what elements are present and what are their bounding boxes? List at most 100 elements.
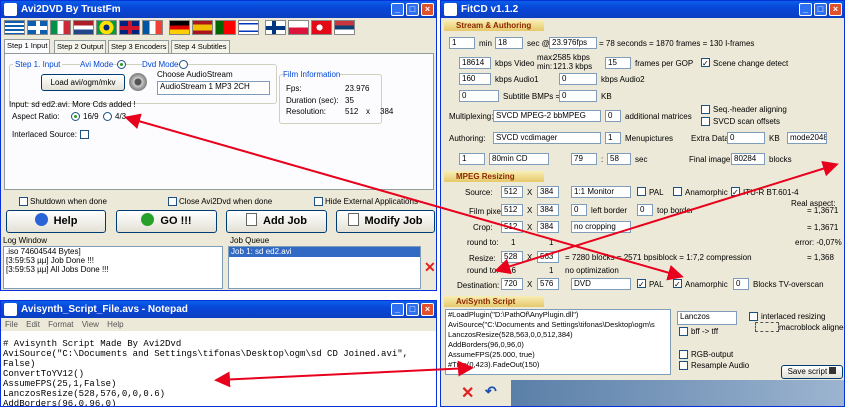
- tab-step2-output[interactable]: Step 2 Output: [54, 40, 107, 53]
- itu-checkbox[interactable]: ✓: [731, 187, 740, 197]
- flag-finland-icon[interactable]: [265, 20, 286, 35]
- round-to-2[interactable]: 1: [549, 238, 553, 247]
- modify-job-button[interactable]: Modify Job: [336, 210, 435, 233]
- flag-italy-icon[interactable]: [50, 20, 71, 35]
- avisynth-script-textarea[interactable]: #LoadPlugin("D:\PathOf\AnyPlugin.dll") A…: [445, 309, 671, 375]
- tab-step4-subtitles[interactable]: Step 4 Subtitles: [171, 40, 230, 53]
- audio2-select[interactable]: 0: [559, 73, 597, 85]
- resize-width-input[interactable]: 528: [501, 251, 523, 263]
- cd-min-input[interactable]: 79: [571, 153, 597, 165]
- tab-step1-input[interactable]: Step 1 Input: [4, 39, 51, 53]
- menu-file[interactable]: File: [5, 320, 18, 329]
- aspect-169-radio[interactable]: [71, 112, 80, 121]
- fitcd-maximize-button[interactable]: □: [814, 3, 827, 16]
- close-when-done-checkbox[interactable]: [168, 197, 177, 206]
- cancel-icon[interactable]: ✕: [461, 383, 474, 403]
- flag-uk-icon[interactable]: [119, 20, 140, 35]
- resize-height-input[interactable]: 563: [537, 251, 559, 263]
- scene-change-checkbox[interactable]: ✓: [701, 58, 710, 68]
- cd-sec-input[interactable]: 58: [607, 153, 631, 165]
- delete-job-icon[interactable]: ✕: [424, 259, 436, 276]
- maximize-button[interactable]: □: [406, 3, 419, 16]
- subtitle-kb-input[interactable]: 0: [559, 90, 597, 102]
- menu-format[interactable]: Format: [48, 320, 73, 329]
- destination-pal-checkbox[interactable]: ✓: [637, 279, 646, 289]
- tab-step3-encoders[interactable]: Step 3 Encoders: [108, 40, 170, 53]
- interlaced-source-checkbox[interactable]: [80, 130, 89, 139]
- notepad-close-button[interactable]: ×: [421, 303, 434, 316]
- svcd-scan-checkbox[interactable]: [701, 117, 710, 126]
- fps-select[interactable]: 23.976fps: [549, 37, 597, 49]
- destination-format-select[interactable]: DVD: [571, 278, 631, 290]
- menu-view[interactable]: View: [82, 320, 99, 329]
- extra-data-input[interactable]: 0: [727, 132, 765, 144]
- round-to-4[interactable]: 1: [549, 266, 553, 275]
- crop-width-input[interactable]: 512: [501, 221, 523, 233]
- flag-serbia-icon[interactable]: [334, 20, 355, 35]
- cropping-select[interactable]: no cropping: [571, 221, 631, 233]
- help-button[interactable]: Help: [6, 210, 106, 233]
- round-to-3[interactable]: 16: [507, 266, 516, 275]
- flag-france-icon[interactable]: [142, 20, 163, 35]
- multiplexing-select[interactable]: SVCD MPEG-2 bbMPEG: [493, 110, 601, 122]
- flag-portugal-icon[interactable]: [215, 20, 236, 35]
- cd-count-input[interactable]: 1: [459, 153, 485, 165]
- monitor-select[interactable]: 1:1 Monitor: [571, 186, 631, 198]
- log-window[interactable]: .iso 74604544 Bytes] [3:59:53 µµ] Job Do…: [3, 246, 223, 289]
- go-button[interactable]: GO !!!: [116, 210, 217, 233]
- save-script-button[interactable]: Save script: [781, 365, 843, 379]
- notepad-text-area[interactable]: # Avisynth Script Made By Avi2Dvd AviSou…: [3, 339, 436, 406]
- source-anamorphic-checkbox[interactable]: [673, 187, 682, 196]
- shutdown-checkbox[interactable]: [19, 197, 28, 206]
- flag-brazil-icon[interactable]: [96, 20, 117, 35]
- aspect-43-radio[interactable]: [103, 112, 112, 121]
- subtitle-bmps-input[interactable]: 0: [459, 90, 499, 102]
- length-min-input[interactable]: 1: [449, 37, 475, 49]
- resize-method-select[interactable]: Lanczos: [677, 311, 737, 325]
- resample-audio-checkbox[interactable]: [679, 361, 688, 370]
- film-pixel-width-input[interactable]: 512: [501, 204, 523, 216]
- fitcd-close-button[interactable]: ×: [829, 3, 842, 16]
- destination-anamorphic-checkbox[interactable]: ✓: [673, 279, 682, 289]
- job-item[interactable]: Job 1: sd ed2.avi: [229, 247, 420, 257]
- add-job-button[interactable]: Add Job: [226, 210, 327, 233]
- destination-width-input[interactable]: 720: [501, 278, 523, 290]
- video-kbps-input[interactable]: 18614: [459, 57, 491, 69]
- menupictures-input[interactable]: 1: [605, 132, 621, 144]
- minimize-button[interactable]: _: [391, 3, 404, 16]
- bff-checkbox[interactable]: [679, 327, 688, 336]
- crop-height-input[interactable]: 384: [537, 221, 559, 233]
- notepad-maximize-button[interactable]: □: [406, 303, 419, 316]
- source-width-input[interactable]: 512: [501, 186, 523, 198]
- top-border-input[interactable]: 0: [637, 204, 653, 216]
- blocks-tv-input[interactable]: 0: [733, 278, 749, 290]
- rgb-output-checkbox[interactable]: [679, 350, 688, 359]
- audio1-select[interactable]: 160: [459, 73, 491, 85]
- fitcd-minimize-button[interactable]: _: [799, 3, 812, 16]
- menu-edit[interactable]: Edit: [26, 320, 40, 329]
- interlaced-resizing-checkbox[interactable]: [749, 312, 758, 321]
- destination-height-input[interactable]: 576: [537, 278, 559, 290]
- left-border-input[interactable]: 0: [571, 204, 587, 216]
- length-sec-input[interactable]: 18: [495, 37, 523, 49]
- flag-poland-icon[interactable]: [288, 20, 309, 35]
- flag-spain-icon[interactable]: [192, 20, 213, 35]
- mode-select[interactable]: mode2048: [787, 132, 827, 144]
- avi-mode-radio[interactable]: [117, 60, 126, 69]
- flag-greece-old-icon[interactable]: [27, 20, 48, 35]
- notepad-minimize-button[interactable]: _: [391, 303, 404, 316]
- close-button[interactable]: ×: [421, 3, 434, 16]
- dvd-mode-radio[interactable]: [179, 60, 188, 69]
- menu-help[interactable]: Help: [107, 320, 123, 329]
- authoring-select[interactable]: SVCD vcdimager: [493, 132, 601, 144]
- source-height-input[interactable]: 384: [537, 186, 559, 198]
- flag-greece-icon[interactable]: [4, 20, 25, 35]
- seq-header-checkbox[interactable]: [701, 105, 710, 114]
- job-queue-list[interactable]: Job 1: sd ed2.avi: [228, 246, 421, 289]
- hide-external-checkbox[interactable]: [314, 197, 323, 206]
- cd-type-select[interactable]: 80min CD: [489, 153, 549, 165]
- flag-turkey-icon[interactable]: [311, 20, 332, 35]
- flag-netherlands-icon[interactable]: [73, 20, 94, 35]
- audio-stream-select[interactable]: AudioStream 1 MP3 2CH: [157, 81, 270, 95]
- flag-israel-icon[interactable]: [238, 20, 259, 35]
